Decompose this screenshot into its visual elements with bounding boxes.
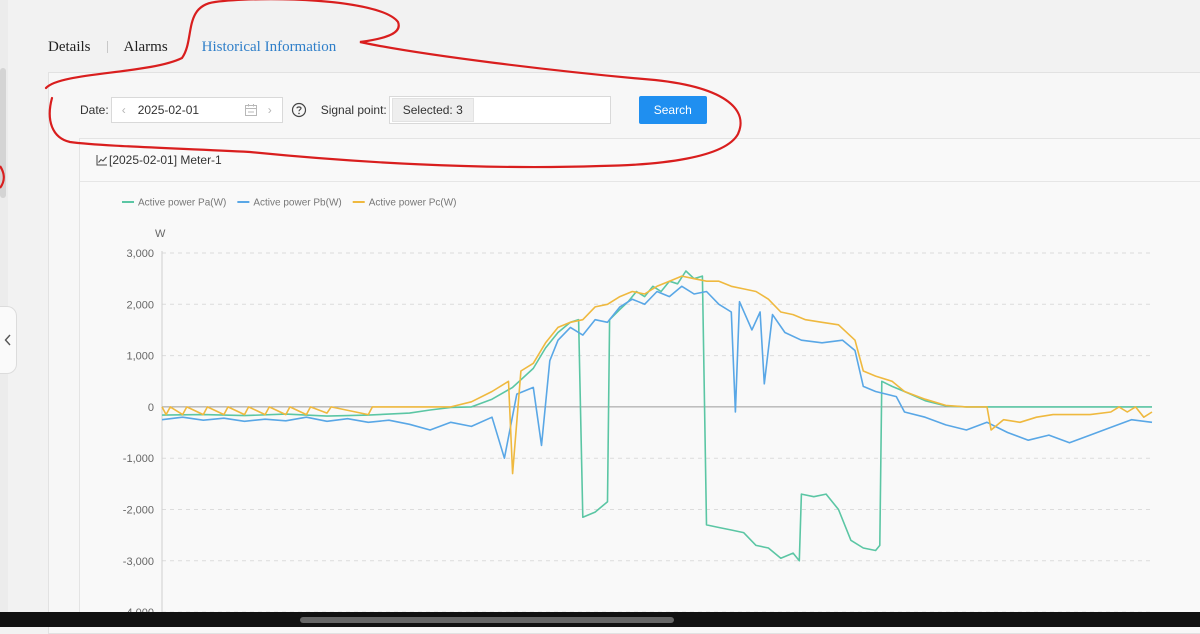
sidebar-scrollbar[interactable] (0, 68, 6, 198)
tab-details[interactable]: Details (48, 39, 91, 56)
legend-item-label: Active power Pa(W) (138, 198, 226, 209)
y-tick-label: 3,000 (126, 248, 154, 260)
series-line (161, 270, 1152, 562)
series-line (161, 275, 1153, 475)
y-tick-label: 2,000 (126, 299, 154, 311)
tab-divider (106, 41, 108, 53)
signal-point-label: Signal point: (320, 103, 387, 117)
date-picker[interactable]: ‹ 2025-02-01 › (110, 97, 283, 123)
y-axis-unit-label: W (155, 228, 166, 240)
line-chart: 3,0002,0001,0000-1,000-2,000-3,000-4,000… (122, 198, 1153, 619)
selected-count-tag[interactable]: Selected: 3 (391, 98, 474, 122)
y-tick-label: 0 (148, 402, 154, 414)
legend-item-label: Active power Pb(W) (253, 198, 341, 209)
y-tick-label: 1,000 (126, 351, 154, 363)
y-tick-label: -3,000 (123, 556, 154, 568)
filter-bar: Date: ‹ 2025-02-01 › Signal point: Selec… (80, 96, 707, 124)
home-indicator[interactable] (300, 617, 674, 623)
tab-alarms[interactable]: Alarms (124, 39, 168, 56)
y-tick-label: -2,000 (123, 505, 154, 517)
chart-card: [2025-02-01] Meter-1 3,000 2,000 1,000 0 -1,… (79, 138, 1200, 620)
next-date-button[interactable]: › (264, 103, 276, 117)
signal-point-select[interactable]: Selected: 3 (388, 96, 611, 124)
series-line (161, 285, 1153, 459)
y-tick-label: -1,000 (123, 453, 154, 465)
prev-date-button[interactable]: ‹ (118, 103, 130, 117)
search-button[interactable]: Search (638, 96, 707, 124)
date-label: Date: (80, 103, 109, 117)
legend-item-label: Active power Pc(W) (369, 198, 457, 209)
calendar-icon[interactable] (244, 103, 258, 117)
tab-bar: Details Alarms Historical Information (48, 36, 336, 58)
tab-historical-information[interactable]: Historical Information (202, 39, 337, 56)
question-circle-icon[interactable] (291, 102, 307, 118)
collapse-panel-button[interactable] (0, 306, 17, 374)
chevron-left-icon (4, 334, 11, 346)
date-input[interactable]: 2025-02-01 (130, 103, 244, 117)
